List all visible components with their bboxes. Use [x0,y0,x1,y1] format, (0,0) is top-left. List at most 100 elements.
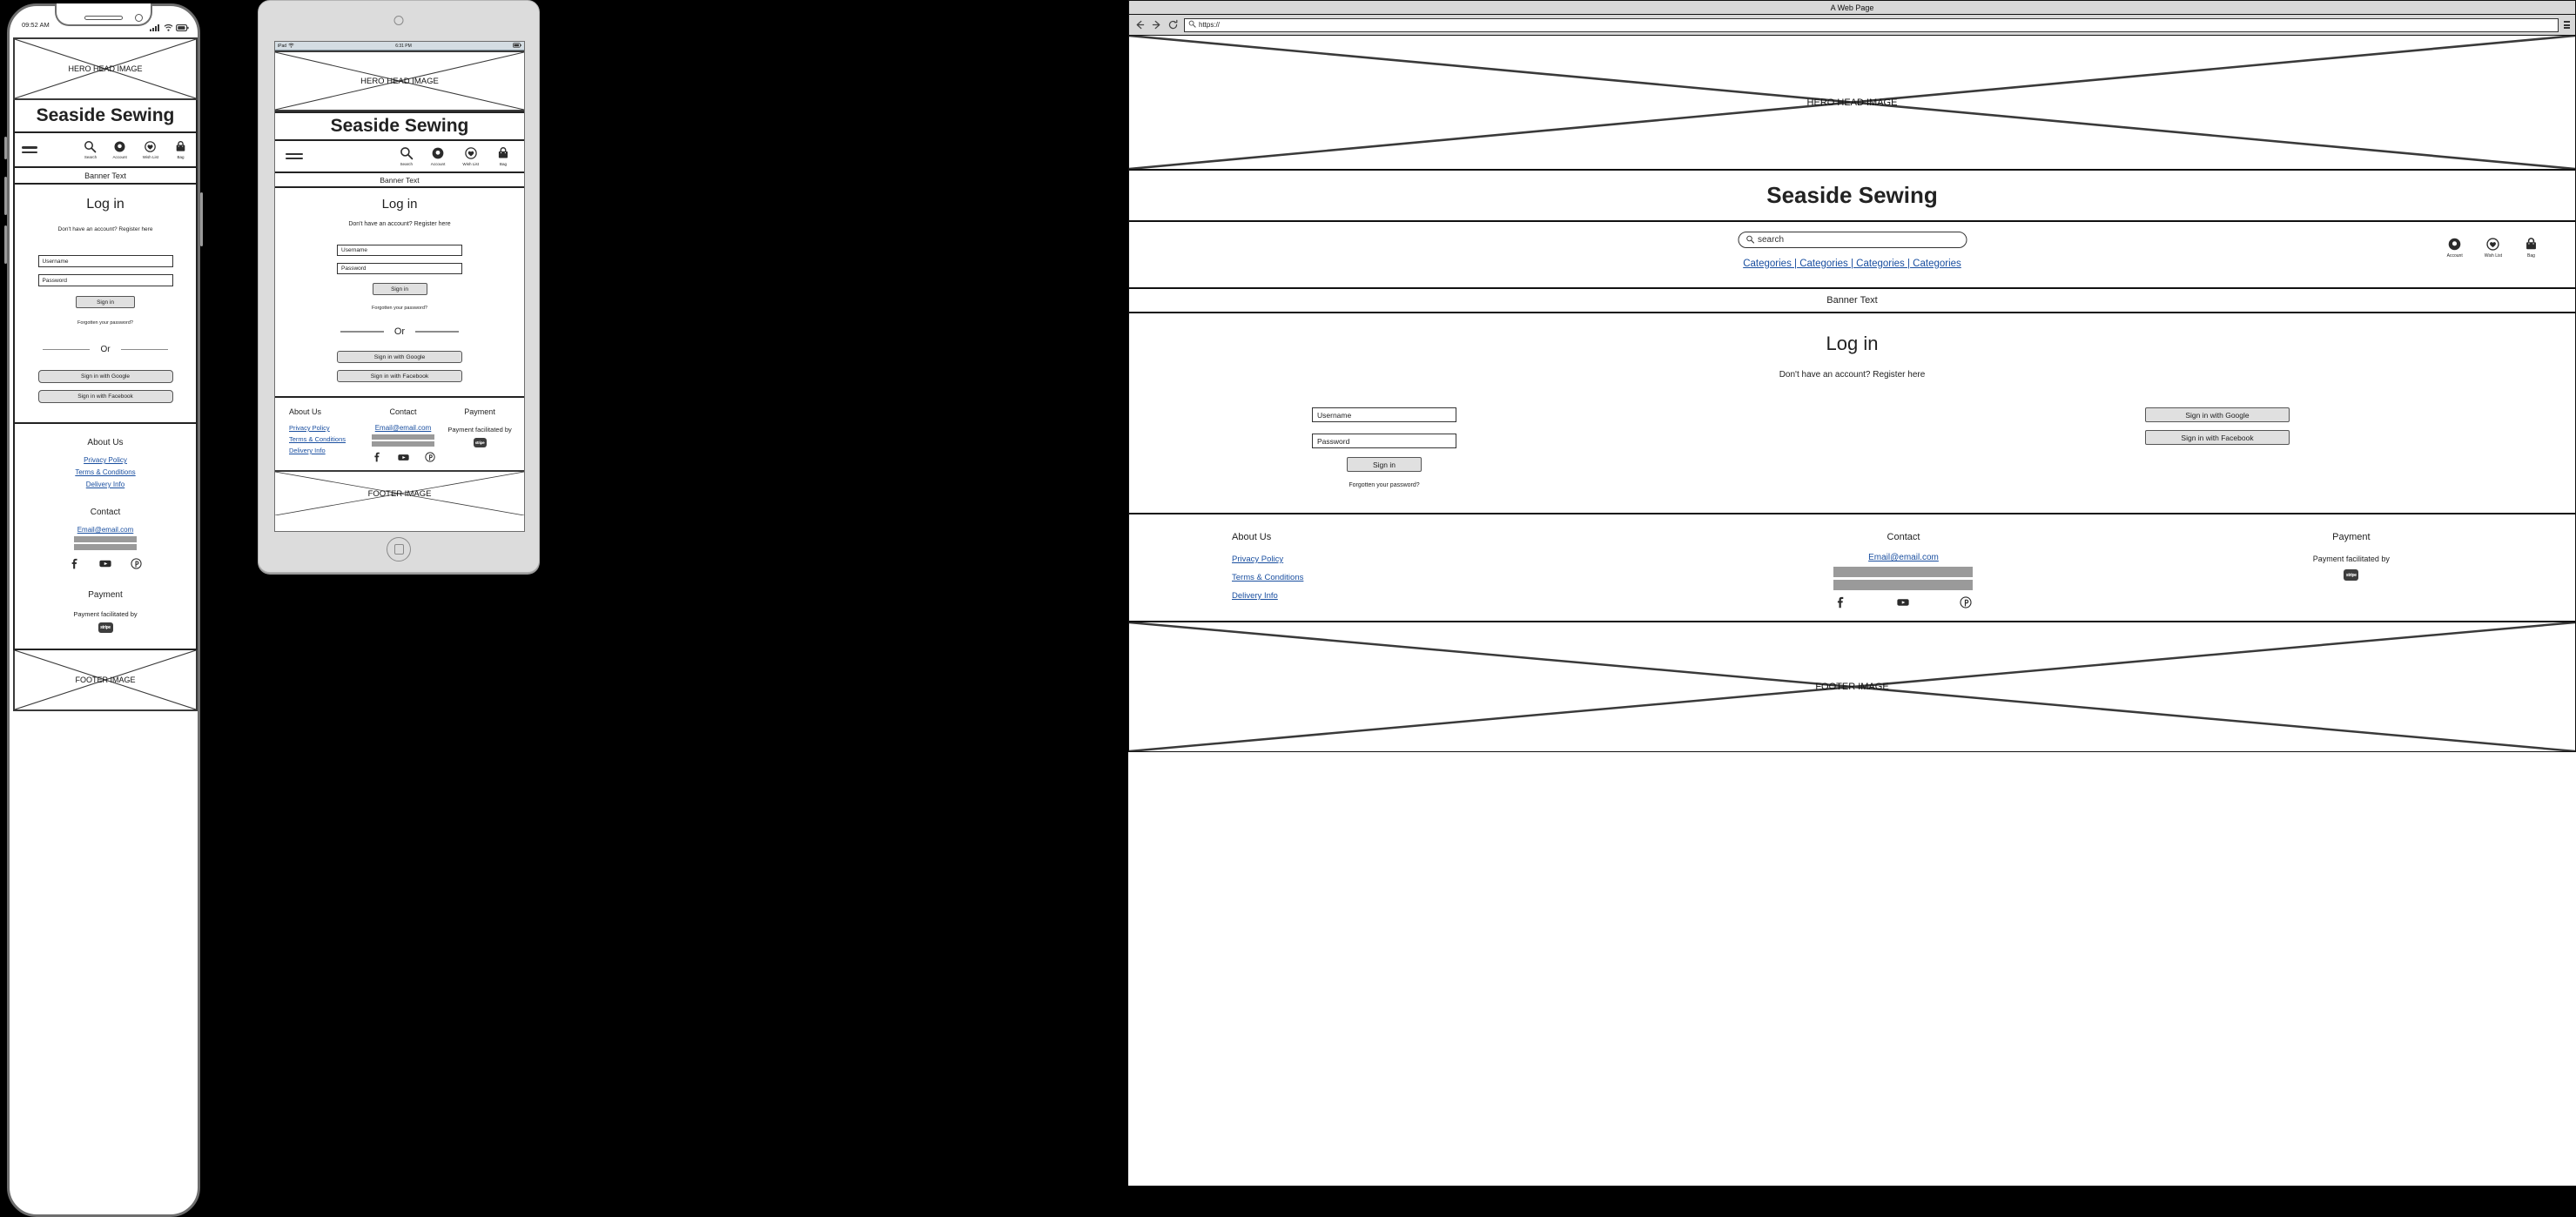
desktop-account-icon-button[interactable]: Account [2447,237,2463,259]
pinterest-icon[interactable] [1960,596,1973,608]
facebook-icon[interactable] [69,558,80,569]
tablet-password-input[interactable]: Password [337,263,462,274]
phone-footer-address-bar-1 [74,536,137,542]
phone-status-time: 09:52 AM [22,21,50,29]
desktop-search-input[interactable]: search [1738,232,1967,248]
phone-footer-email-link[interactable]: Email@email.com [24,526,187,534]
pinterest-icon[interactable] [424,452,435,462]
facebook-icon[interactable] [1834,596,1846,608]
phone-signin-button[interactable]: Sign in [76,296,135,308]
phone-power-button[interactable] [200,192,203,246]
phone-wishlist-icon-button[interactable]: Wish List [143,140,158,159]
youtube-icon[interactable] [99,558,111,569]
phone-facebook-signin-button[interactable]: Sign in with Facebook [37,390,173,403]
phone-hamburger-menu-icon[interactable] [22,146,37,153]
browser-forward-button[interactable] [1151,19,1162,30]
divider-line-left [340,331,384,333]
desktop-google-signin-button[interactable]: Sign in with Google [2145,407,2290,422]
facebook-icon[interactable] [372,452,382,462]
phone-viewport: HERO HEAD IMAGE Seaside Sewing Search Ac… [13,37,198,1187]
tablet-hamburger-menu-icon[interactable] [286,152,303,160]
desktop-footer-address-bar-1 [1833,567,1974,577]
phone-google-signin-button[interactable]: Sign in with Google [37,370,173,383]
desktop-account-label: Account [2446,253,2463,259]
phone-device-frame: 09:52 AM HERO HEAD IMAGE Seaside Sewing … [4,3,203,1217]
browser-reload-icon[interactable] [1167,19,1179,30]
phone-bag-icon-button[interactable]: Bag [174,140,187,159]
desktop-footer-payment-heading: Payment [2332,532,2371,542]
account-icon [431,146,445,160]
browser-url-input[interactable]: https:// [1184,17,2559,32]
browser-back-button[interactable] [1134,19,1146,30]
phone-search-icon-button[interactable]: Search [84,140,97,159]
phone-camera-icon [135,14,143,22]
tablet-username-input[interactable]: Username [337,245,462,256]
battery-icon [176,20,189,36]
phone-footer-link-privacy[interactable]: Privacy Policy [24,456,187,464]
tablet-facebook-signin-button[interactable]: Sign in with Facebook [337,370,462,382]
tablet-footer-link-delivery[interactable]: Delivery Info [289,447,364,454]
phone-volume-down-button[interactable] [4,225,7,264]
desktop-categories-nav-links[interactable]: Categories | Categories | Categories | C… [1738,259,1967,269]
desktop-footer-link-terms[interactable]: Terms & Conditions [1232,573,1679,582]
tablet-search-icon-button[interactable]: Search [400,146,414,166]
desktop-social-signin-column: Sign in with Google Sign in with Faceboo… [1801,407,2393,488]
tablet-footer-payment-heading: Payment [464,407,495,416]
phone-forgot-password-link[interactable]: Forgotten your password? [24,320,187,326]
phone-password-placeholder: Password [42,277,68,284]
search-icon [400,146,414,160]
tablet-footer-link-privacy[interactable]: Privacy Policy [289,424,364,432]
phone-account-icon-button[interactable]: Account [112,140,127,159]
desktop-password-placeholder: Password [1317,436,1350,446]
desktop-brand-bar: Seaside Sewing [1129,171,2575,222]
desktop-facebook-signin-button[interactable]: Sign in with Facebook [2145,430,2290,445]
tablet-login-heading: Log in [381,197,418,212]
phone-volume-up-button[interactable] [4,177,7,215]
tablet-footer-contact-column: Contact Email@email.com [364,407,442,462]
tablet-home-button[interactable] [387,537,411,561]
desktop-signin-button[interactable]: Sign in [1347,457,1422,472]
desktop-login-heading: Log in [1826,333,1879,354]
divider-line-right [120,348,168,351]
desktop-wishlist-icon-button[interactable]: Wish List [2485,237,2502,259]
battery-icon [513,42,521,50]
tablet-footer-link-terms[interactable]: Terms & Conditions [289,435,364,443]
tablet-password-placeholder: Password [341,266,367,272]
desktop-bag-icon-button[interactable]: Bag [2524,237,2539,259]
phone-password-input[interactable]: Password [37,274,173,286]
phone-mute-button[interactable] [4,137,7,159]
phone-footer-link-terms[interactable]: Terms & Conditions [24,468,187,476]
tablet-register-prompt: Don't have an account? Register here [348,221,451,227]
browser-menu-icon[interactable] [2564,21,2570,29]
tablet-bag-icon-button[interactable]: Bag [496,146,510,166]
youtube-icon[interactable] [1897,596,1910,608]
tablet-google-signin-button[interactable]: Sign in with Google [337,351,462,363]
desktop-password-input[interactable]: Password [1312,434,1456,448]
desktop-footer-about-column: About Us Privacy Policy Terms & Conditio… [1129,532,1679,608]
desktop-footer-image-placeholder: FOOTER IMAGE [1129,622,2575,751]
desktop-footer-link-privacy[interactable]: Privacy Policy [1232,555,1679,564]
desktop-footer-link-delivery[interactable]: Delivery Info [1232,591,1679,601]
tablet-wishlist-icon-button[interactable]: Wish List [462,146,479,166]
tablet-or-divider: Or [275,326,524,337]
tablet-signin-button[interactable]: Sign in [372,283,427,295]
tablet-nav-icons: Search Account Wish List Bag [400,146,510,166]
desktop-footer-payment-text: Payment facilitated by [2312,555,2390,563]
bag-icon [496,146,510,160]
desktop-page-content: HERO HEAD IMAGE Seaside Sewing search Ca… [1128,36,2576,752]
desktop-username-input[interactable]: Username [1312,407,1456,422]
phone-footer-link-delivery[interactable]: Delivery Info [24,481,187,488]
desktop-forgot-password-link[interactable]: Forgotten your password? [1344,482,1424,488]
wishlist-icon [464,146,478,160]
account-icon [2447,237,2462,252]
pinterest-icon[interactable] [131,558,142,569]
desktop-footer-email-link[interactable]: Email@email.com [1679,553,2127,562]
phone-username-input[interactable]: Username [37,255,173,267]
tablet-forgot-password-link[interactable]: Forgotten your password? [275,306,524,311]
tablet-status-device: iPad [278,43,287,49]
phone-footer-about-heading: About Us [87,438,124,447]
tablet-account-icon-button[interactable]: Account [431,146,445,166]
youtube-icon[interactable] [397,452,409,462]
tablet-footer-email-link[interactable]: Email@email.com [364,424,442,432]
tablet-banner-text: Banner Text [380,175,420,185]
